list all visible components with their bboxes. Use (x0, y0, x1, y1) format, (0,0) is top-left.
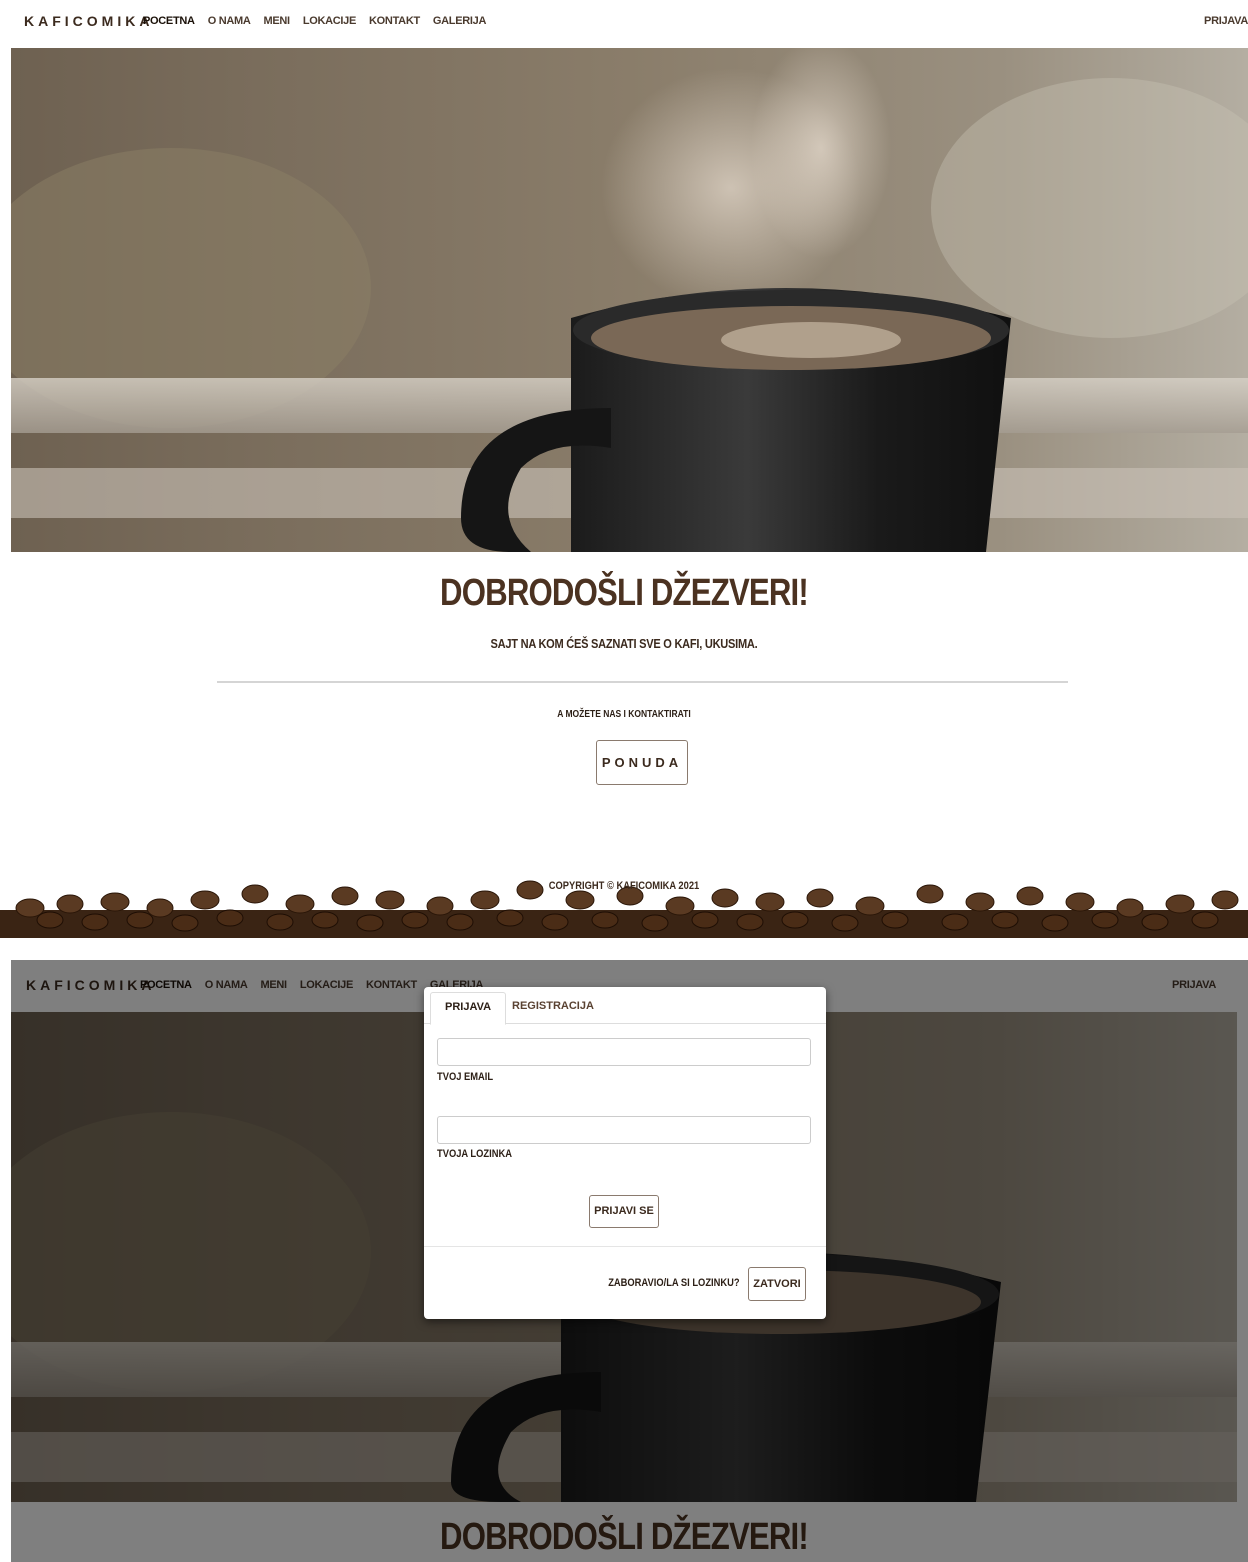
login-submit-button[interactable]: PRIJAVI SE (589, 1195, 659, 1228)
brand-logo[interactable]: KAFICOMIKA (24, 13, 153, 29)
nav-pocetna[interactable]: POCETNA (143, 15, 195, 27)
nav-o-nama[interactable]: O NAMA (208, 15, 251, 27)
coffee-cup-photo (11, 48, 1248, 552)
home-screen: KAFICOMIKA POCETNA O NAMA MENI LOKACIJE … (0, 0, 1248, 938)
welcome-subtitle: SAJT NA KOM ĆEŠ SAZNATI SVE O KAFI, UKUS… (490, 636, 758, 651)
password-field[interactable] (437, 1116, 811, 1144)
navbar: KAFICOMIKA POCETNA O NAMA MENI LOKACIJE … (0, 0, 1248, 44)
login-modal-screen: KAFICOMIKA POCETNA O NAMA MENI LOKACIJE … (0, 960, 1248, 1562)
nav-lokacije[interactable]: LOKACIJE (303, 15, 357, 27)
nav-galerija[interactable]: GALERIJA (433, 15, 487, 27)
nav-kontakt[interactable]: KONTAKT (369, 15, 420, 27)
nav-meni[interactable]: MENI (264, 15, 291, 27)
tab-prijava[interactable]: PRIJAVA (430, 992, 507, 1025)
login-modal: PRIJAVA REGISTRACIJA TVOJ EMAIL TVOJA LO… (424, 987, 826, 1319)
copyright: COPYRIGHT © KAFICOMIKA 2021 (548, 880, 700, 892)
nav-links: POCETNA O NAMA MENI LOKACIJE KONTAKT GAL… (143, 15, 499, 27)
modal-footer: ZABORAVIO/LA SI LOZINKU? ZATVORI (424, 1246, 826, 1319)
offer-button[interactable]: PONUDA (596, 740, 688, 785)
email-field[interactable] (437, 1038, 811, 1066)
login-link[interactable]: PRIJAVA (1204, 15, 1248, 27)
divider (217, 681, 1068, 683)
hero-image (11, 48, 1248, 552)
close-button[interactable]: ZATVORI (748, 1267, 806, 1301)
welcome-title: DOBRODOŠLI DŽEZVERI! (440, 572, 809, 614)
email-label: TVOJ EMAIL (437, 1071, 494, 1083)
modal-tabs: PRIJAVA REGISTRACIJA (424, 987, 826, 1025)
coffee-beans-border (0, 880, 1248, 938)
forgot-password-link[interactable]: ZABORAVIO/LA SI LOZINKU? (609, 1277, 740, 1289)
tab-registracija[interactable]: REGISTRACIJA (498, 992, 608, 1025)
contact-text: A MOŽETE NAS I KONTAKTIRATI (557, 709, 691, 720)
password-label: TVOJA LOZINKA (437, 1148, 512, 1160)
